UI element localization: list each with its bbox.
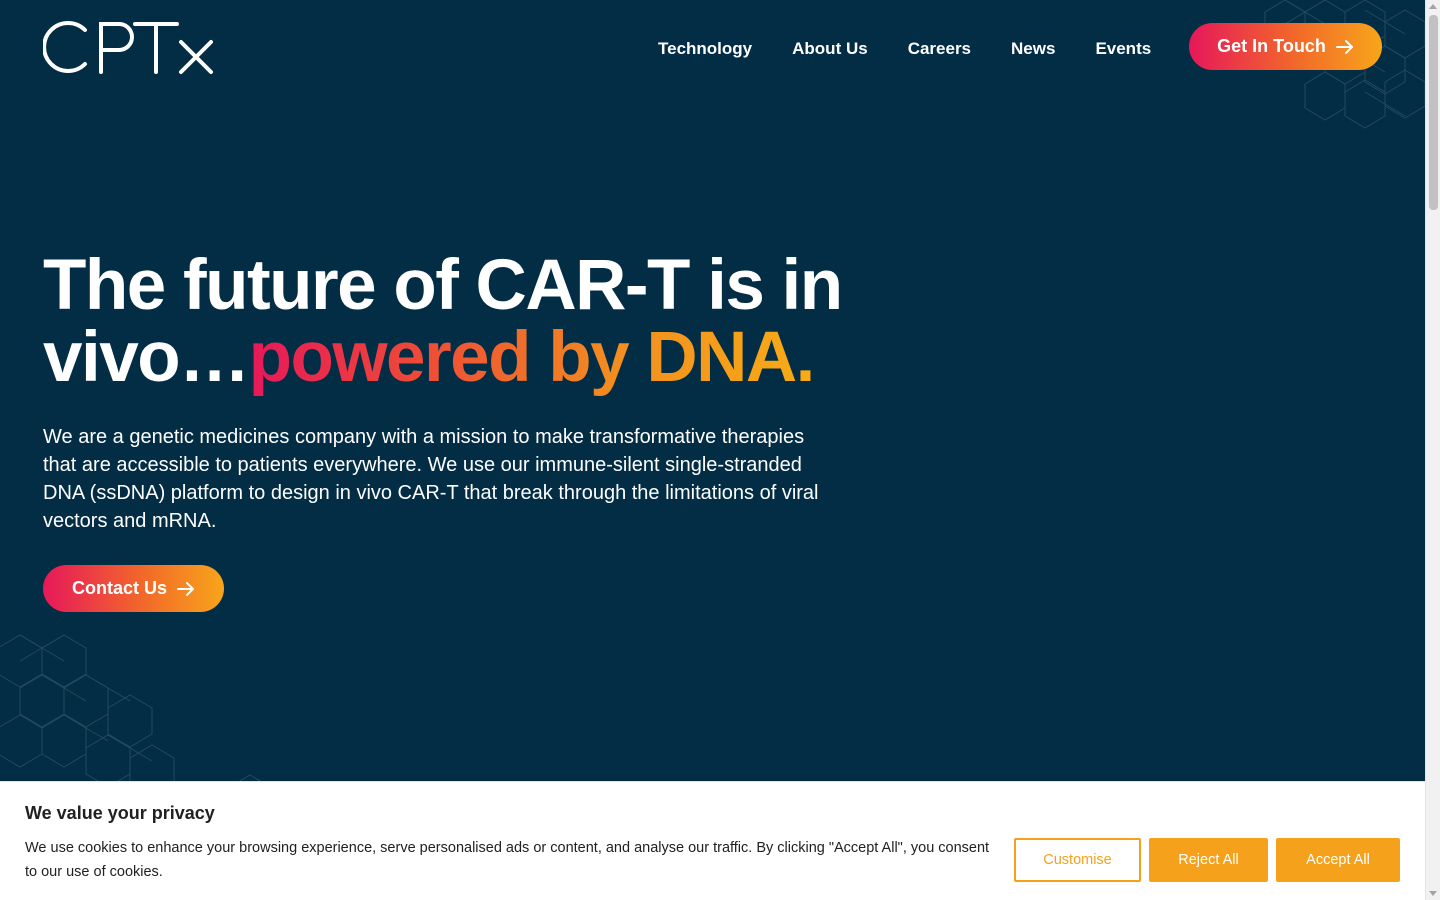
page: Technology About Us Careers News Events … bbox=[0, 0, 1425, 900]
hex-pattern-decoration bbox=[0, 634, 273, 805]
hero-title-line1: The future of CAR-T is in bbox=[43, 246, 843, 325]
nav-technology[interactable]: Technology bbox=[658, 38, 752, 60]
scroll-up-arrow-icon[interactable] bbox=[1429, 4, 1437, 9]
hero-title-highlight: powered by DNA. bbox=[248, 318, 816, 397]
get-in-touch-button[interactable]: Get In Touch bbox=[1189, 23, 1382, 70]
arrow-right-icon bbox=[177, 581, 194, 596]
contact-us-button[interactable]: Contact Us bbox=[43, 565, 224, 612]
cookie-title: We value your privacy bbox=[25, 803, 215, 823]
get-in-touch-label: Get In Touch bbox=[1217, 36, 1326, 56]
cookie-text: We use cookies to enhance your browsing … bbox=[25, 840, 990, 880]
hero-description: We are a genetic medicines company with … bbox=[43, 426, 819, 532]
accept-all-button[interactable]: Accept All bbox=[1276, 838, 1400, 882]
nav-careers[interactable]: Careers bbox=[908, 38, 971, 60]
arrow-right-icon bbox=[1335, 39, 1353, 54]
nav-news[interactable]: News bbox=[1011, 38, 1055, 60]
hex-pattern-decoration bbox=[1264, 0, 1425, 129]
nav-about-us[interactable]: About Us bbox=[792, 38, 868, 60]
page-scrollbar[interactable] bbox=[1425, 0, 1440, 900]
contact-us-label: Contact Us bbox=[71, 578, 167, 598]
cptx-logo[interactable] bbox=[43, 20, 215, 74]
customise-button[interactable]: Customise bbox=[1014, 838, 1141, 882]
reject-all-button[interactable]: Reject All bbox=[1149, 838, 1268, 882]
main-nav: Technology About Us Careers News Events bbox=[658, 38, 1151, 60]
scroll-down-arrow-icon[interactable] bbox=[1429, 891, 1437, 896]
nav-events[interactable]: Events bbox=[1095, 38, 1151, 60]
cookie-banner: We value your privacy We use cookies to … bbox=[0, 781, 1425, 900]
hero-title: The future of CAR-T is in vivo…powered b… bbox=[43, 250, 863, 394]
scroll-thumb[interactable] bbox=[1429, 15, 1438, 210]
hero-title-line2-plain: vivo… bbox=[43, 318, 250, 397]
